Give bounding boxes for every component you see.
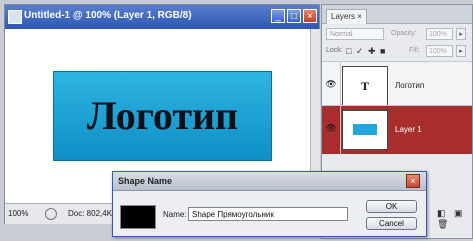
opacity-input[interactable]: 100% xyxy=(426,28,453,40)
name-label: Name: xyxy=(163,210,187,219)
maximize-button[interactable]: □ xyxy=(287,9,301,23)
dialog-title: Shape Name xyxy=(118,176,173,186)
cancel-button[interactable]: Cancel xyxy=(366,217,417,230)
fill-input[interactable]: 100% xyxy=(426,45,453,57)
layer-row-text[interactable]: 👁 T Логотип xyxy=(322,61,472,110)
tab-layers[interactable]: Layers × xyxy=(326,9,367,24)
document-titlebar[interactable]: Untitled-1 @ 100% (Layer 1, RGB/8) _ □ × xyxy=(5,5,319,29)
eye-icon[interactable]: 👁 xyxy=(325,78,337,90)
panel-tabbar: Layers × xyxy=(322,5,472,24)
layer-name: Layer 1 xyxy=(395,125,422,134)
name-input[interactable]: Shape Прямоугольник xyxy=(188,207,348,221)
opacity-arrow-icon[interactable]: ▸ xyxy=(456,28,466,40)
dialog-titlebar[interactable]: Shape Name × xyxy=(113,172,426,191)
ok-button[interactable]: OK xyxy=(366,200,417,213)
zoom-level[interactable]: 100% xyxy=(8,209,28,218)
layer-thumbnail xyxy=(342,110,388,150)
layer-thumbnail: T xyxy=(342,66,388,106)
layer-divider xyxy=(340,106,341,154)
text-layer-icon: T xyxy=(360,79,369,93)
shape-name-dialog: Shape Name × Name: Shape Прямоугольник O… xyxy=(112,171,427,237)
layer-row-selected[interactable]: 👁 Layer 1 xyxy=(322,105,472,154)
opacity-label: Opacity: xyxy=(391,30,417,37)
blend-mode-select[interactable]: Normal xyxy=(326,28,384,40)
fill-arrow-icon[interactable]: ▸ xyxy=(456,45,466,57)
logo-rectangle-shape[interactable]: Логотип xyxy=(53,71,272,161)
lock-icons[interactable]: □ ✓ ✚ ■ xyxy=(346,46,386,57)
document-title: Untitled-1 @ 100% (Layer 1, RGB/8) xyxy=(24,10,192,21)
shape-thumbnail xyxy=(353,124,377,135)
logo-text: Логотип xyxy=(86,93,239,138)
close-icon[interactable]: × xyxy=(406,174,420,188)
lock-label: Lock: xyxy=(326,47,343,54)
fill-label: Fill: xyxy=(409,47,420,54)
panel-bottom-icons[interactable]: ◧ ▣ 🗑 xyxy=(437,208,472,230)
eye-icon[interactable]: 👁 xyxy=(325,122,337,134)
layer-name: Логотип xyxy=(395,81,425,90)
photoshop-doc-icon xyxy=(8,10,22,24)
status-circle-icon[interactable] xyxy=(45,208,57,220)
shape-preview-swatch xyxy=(120,205,156,229)
close-button[interactable]: × xyxy=(303,9,317,23)
layer-divider xyxy=(340,62,341,110)
minimize-button[interactable]: _ xyxy=(271,9,285,23)
